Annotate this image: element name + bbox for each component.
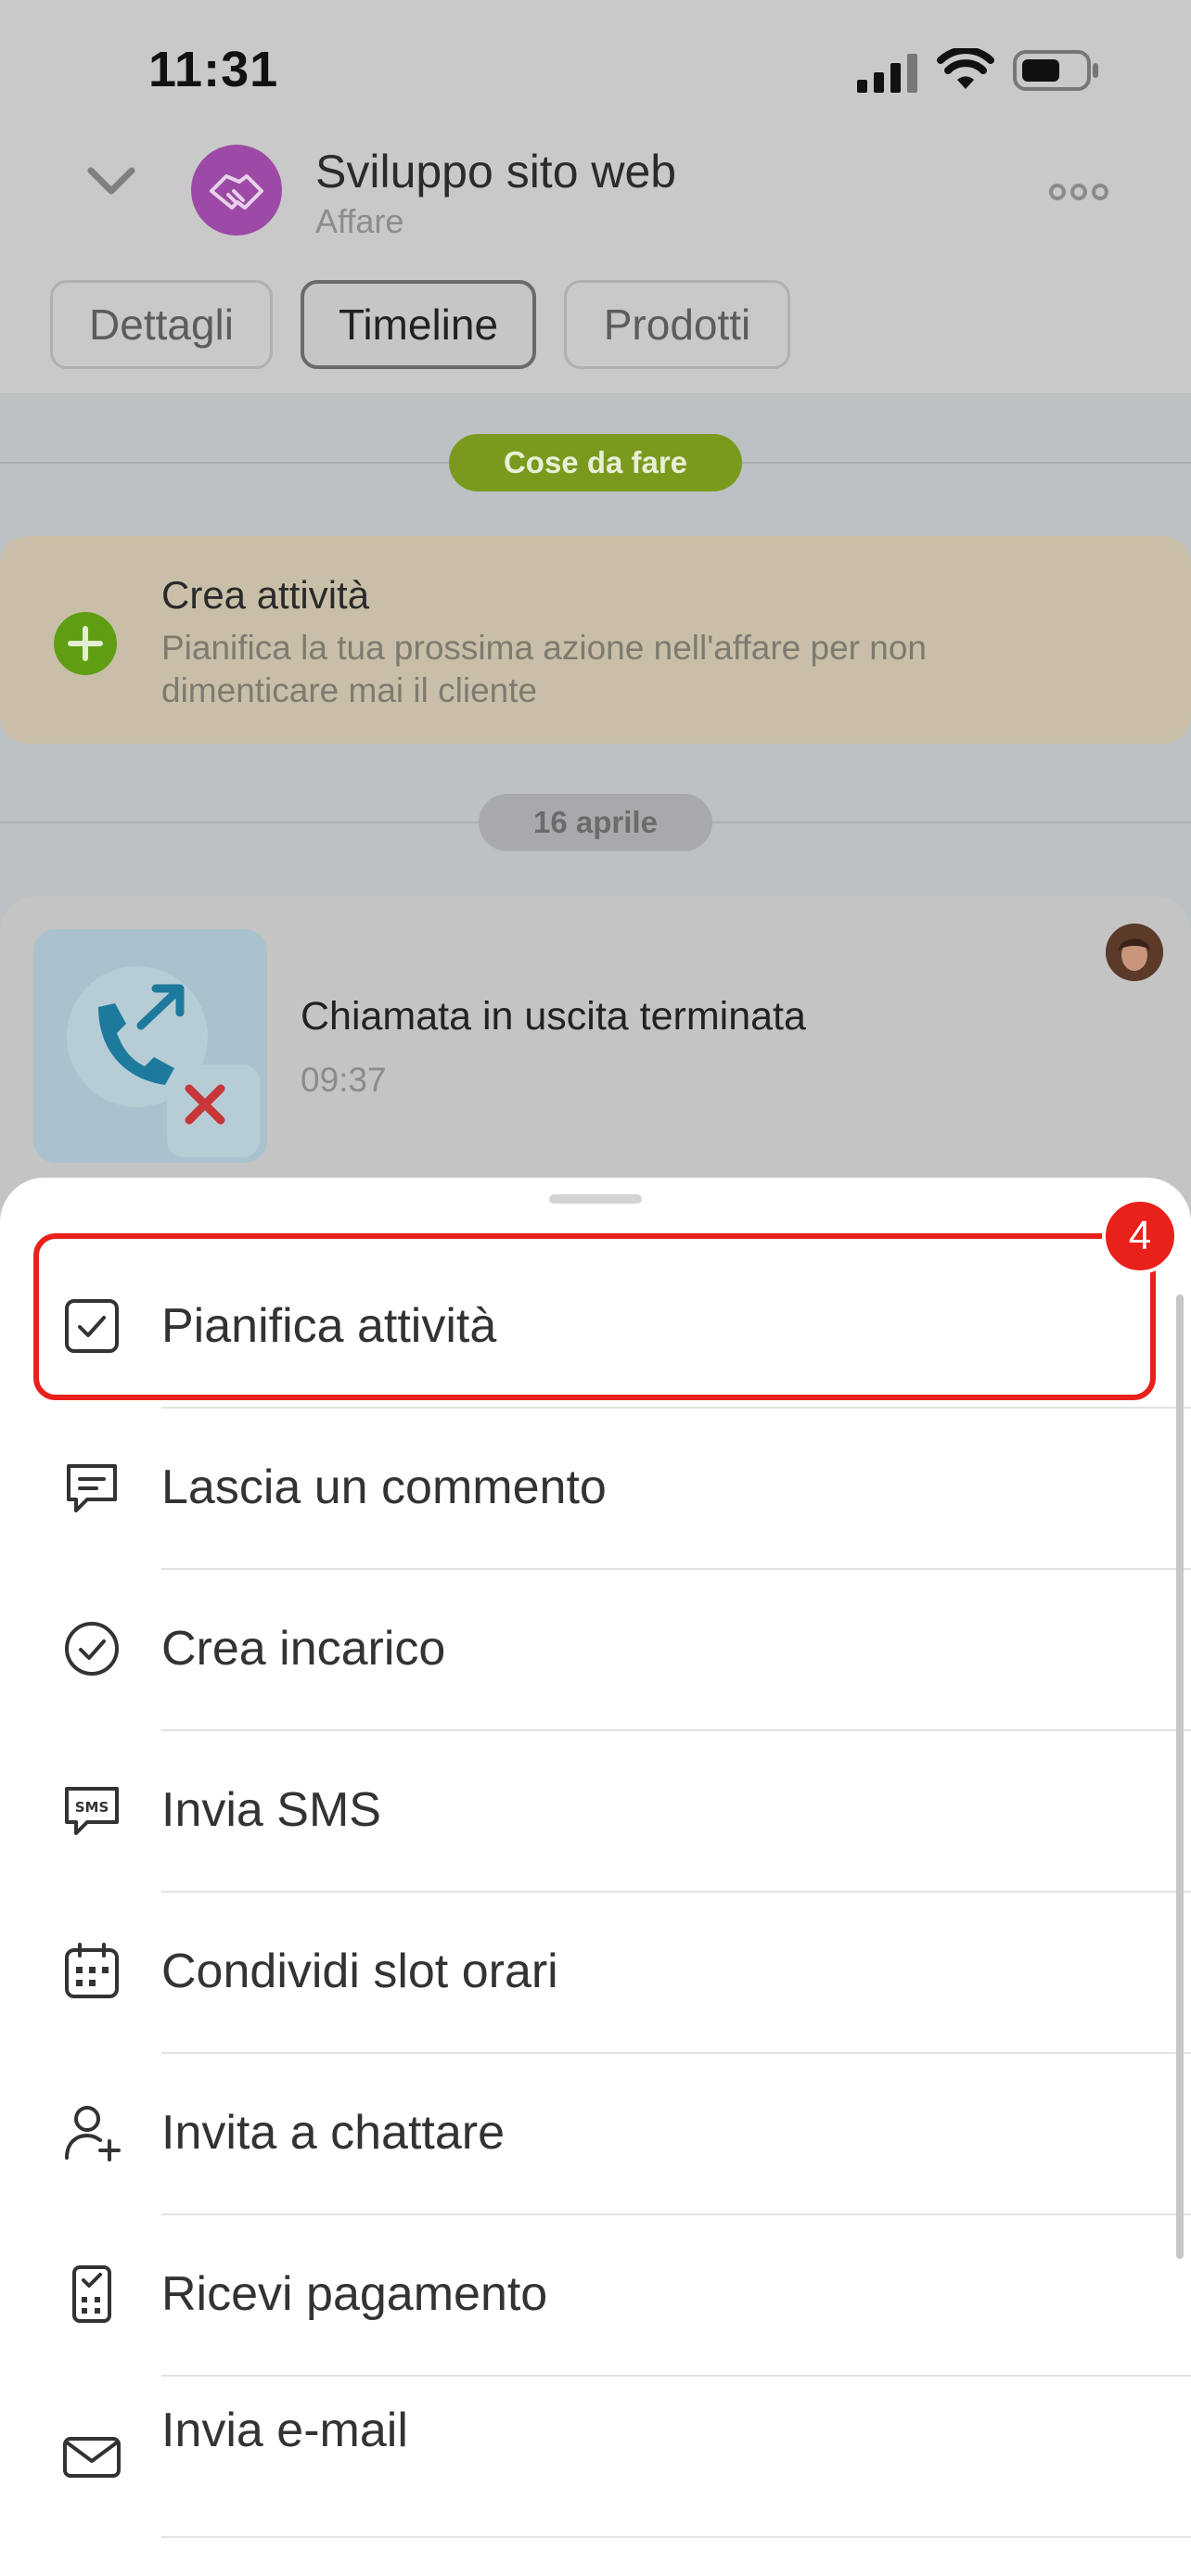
menu-item-label: Crea incarico bbox=[161, 1622, 446, 1676]
tab-prodotti[interactable]: Prodotti bbox=[564, 280, 790, 369]
menu-item-invita-chattare[interactable]: Invita a chattare bbox=[0, 2052, 1191, 2213]
menu-item-lascia-commento[interactable]: Lascia un commento bbox=[0, 1407, 1191, 1568]
highlight-box bbox=[33, 1233, 1156, 1400]
call-title: Chiamata in uscita terminata bbox=[301, 994, 806, 1039]
deal-subtitle: Affare bbox=[315, 202, 404, 240]
calendar-icon bbox=[61, 1941, 122, 2002]
menu-item-label: Invia SMS bbox=[161, 1783, 381, 1837]
status-time: 11:31 bbox=[148, 42, 279, 97]
plus-icon[interactable] bbox=[54, 612, 117, 675]
cellular-signal-icon bbox=[855, 52, 920, 97]
more-options-icon[interactable] bbox=[1048, 182, 1109, 207]
deal-title: Sviluppo sito web bbox=[315, 146, 677, 198]
comment-icon bbox=[61, 1457, 122, 1518]
sheet-scrollbar[interactable] bbox=[1176, 1294, 1184, 2259]
todo-pill: Cose da fare bbox=[449, 434, 742, 491]
menu-item-label: Condividi slot orari bbox=[161, 1945, 558, 1998]
svg-text:SMS: SMS bbox=[75, 1799, 109, 1816]
check-circle-icon bbox=[61, 1618, 122, 1679]
outgoing-call-missed-icon bbox=[33, 929, 267, 1163]
payment-terminal-icon bbox=[61, 2264, 122, 2325]
menu-item-invia-email[interactable]: Invia e-mail bbox=[0, 2375, 1191, 2536]
deal-avatar bbox=[191, 145, 282, 236]
create-activity-description: Pianifica la tua prossima azione nell'af… bbox=[161, 629, 927, 709]
tab-dettagli[interactable]: Dettagli bbox=[50, 280, 273, 369]
menu-item-label: Invia e-mail bbox=[161, 2404, 408, 2457]
handshake-icon bbox=[210, 174, 263, 210]
menu-item-invia-sms[interactable]: SMS Invia SMS bbox=[0, 1729, 1191, 1891]
battery-icon bbox=[1013, 50, 1102, 96]
menu-item-label: Invita a chattare bbox=[161, 2106, 505, 2160]
sheet-drag-handle[interactable] bbox=[549, 1194, 642, 1204]
wifi-icon bbox=[937, 46, 994, 96]
menu-item-ricevi-pagamento[interactable]: Ricevi pagamento bbox=[0, 2213, 1191, 2375]
add-user-icon bbox=[61, 2102, 122, 2163]
menu-divider bbox=[161, 2536, 1191, 2538]
mail-icon bbox=[61, 2426, 122, 2487]
menu-item-crea-incarico[interactable]: Crea incarico bbox=[0, 1568, 1191, 1729]
chevron-down-icon[interactable] bbox=[85, 165, 137, 203]
create-activity-title: Crea attività bbox=[161, 573, 370, 617]
call-time: 09:37 bbox=[301, 1061, 387, 1099]
step-badge: 4 bbox=[1102, 1198, 1178, 1274]
user-avatar bbox=[1106, 924, 1163, 981]
menu-item-condividi-slot-orari[interactable]: Condividi slot orari bbox=[0, 1891, 1191, 2052]
date-pill: 16 aprile bbox=[479, 794, 712, 851]
tab-timeline[interactable]: Timeline bbox=[301, 280, 536, 369]
menu-item-label: Ricevi pagamento bbox=[161, 2267, 548, 2321]
sms-icon: SMS bbox=[61, 1779, 122, 1841]
menu-item-label: Lascia un commento bbox=[161, 1460, 607, 1514]
